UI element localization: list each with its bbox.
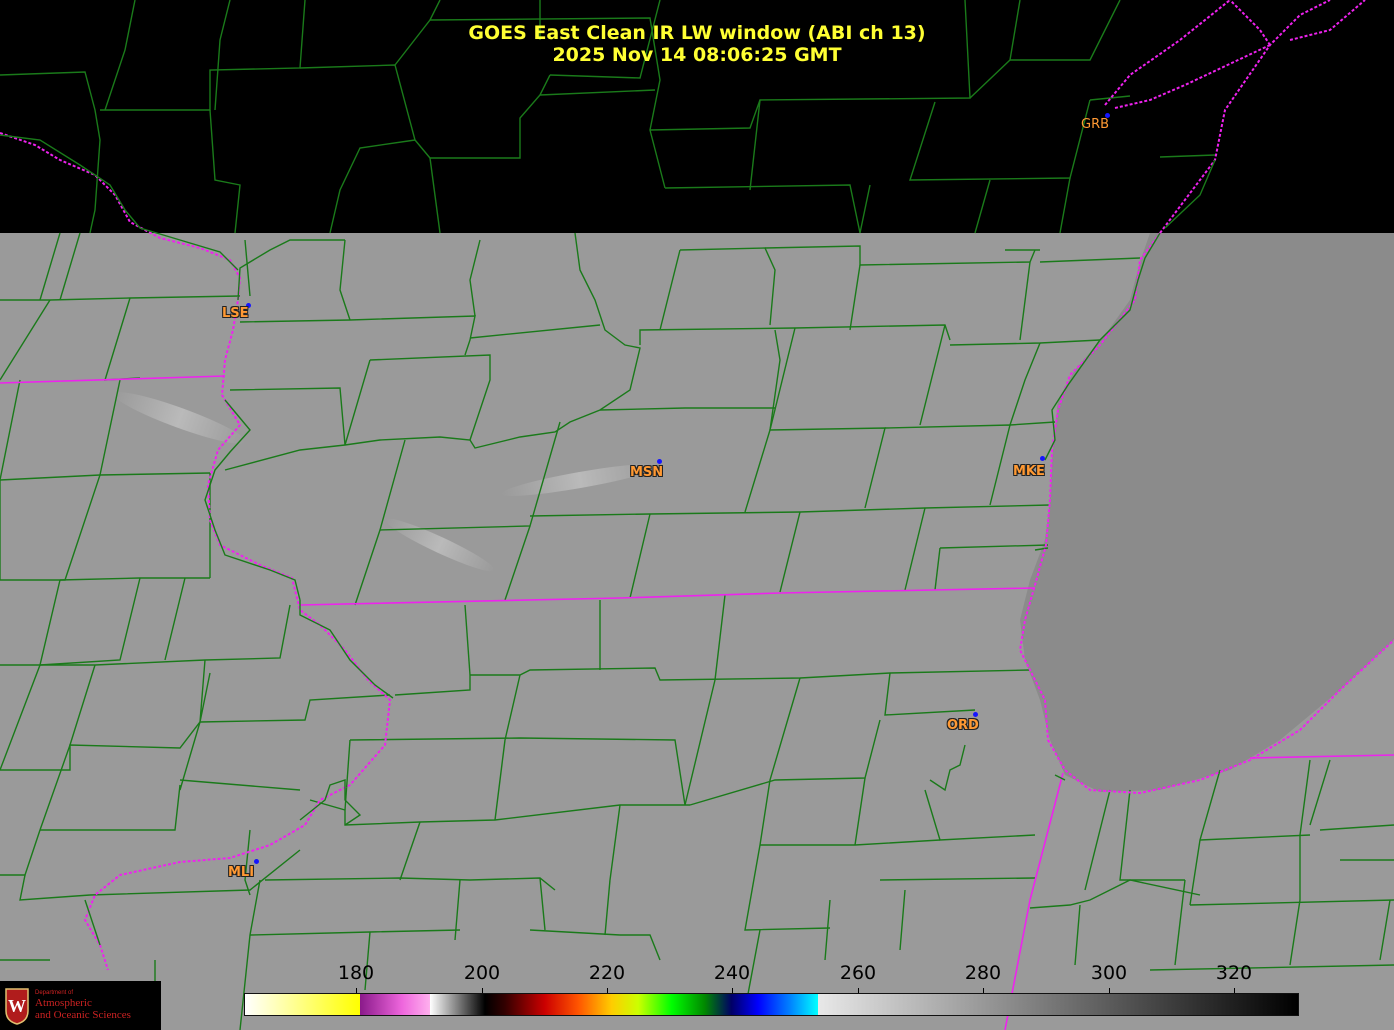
colorbar-tick-180: 180 <box>337 962 375 984</box>
colorbar-tick-260: 260 <box>839 962 877 984</box>
map-timestamp: 2025 Nov 14 08:06:25 GMT <box>552 44 842 66</box>
colorbar-tick-240: 240 <box>713 962 751 984</box>
colorbar-tick-220: 220 <box>588 962 626 984</box>
logo-name-line1: Atmospheric <box>35 997 92 1009</box>
colorbar-tick-200: 200 <box>463 962 501 984</box>
logo-name-line2: and Oceanic Sciences <box>35 1009 131 1021</box>
station-marker-msn <box>657 459 662 464</box>
station-label-ord: ORD <box>947 718 979 733</box>
station-label-msn: MSN <box>630 465 664 480</box>
station-marker-mke <box>1040 456 1045 461</box>
logo-department: Department of <box>35 990 74 996</box>
station-marker-mli <box>254 859 259 864</box>
station-label-mke: MKE <box>1013 464 1045 479</box>
colorbar <box>244 993 1299 1016</box>
uw-aos-logo: W Department of Atmospheric and Oceanic … <box>0 981 161 1030</box>
station-label-grb: GRB <box>1081 117 1110 132</box>
station-marker-ord <box>973 712 978 717</box>
station-label-mli: MLI <box>228 865 255 880</box>
colorbar-tick-320: 320 <box>1215 962 1253 984</box>
map-title: GOES East Clean IR LW window (ABI ch 13) <box>468 22 926 44</box>
colorbar-tick-300: 300 <box>1090 962 1128 984</box>
colorbar-tick-280: 280 <box>964 962 1002 984</box>
satellite-map: GOES East Clean IR LW window (ABI ch 13)… <box>0 0 1394 1030</box>
station-label-lse: LSE <box>222 306 249 321</box>
svg-text:W: W <box>8 996 26 1016</box>
uw-crest-icon: W <box>5 988 29 1025</box>
map-canvas <box>0 0 1394 1030</box>
